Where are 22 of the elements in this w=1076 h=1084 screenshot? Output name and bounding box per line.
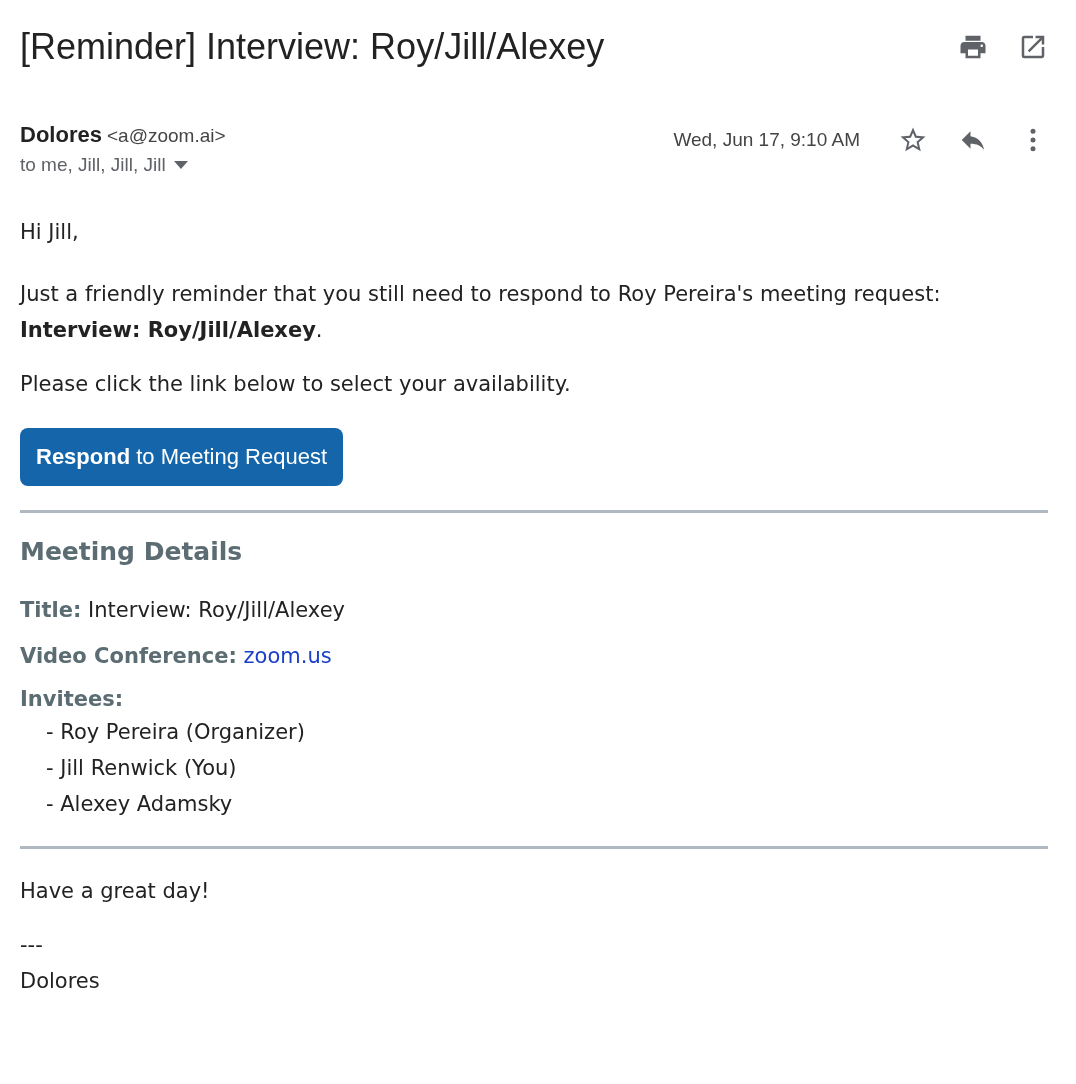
section-heading: Meeting Details xyxy=(20,537,244,566)
signature-line: Dolores xyxy=(20,968,101,995)
respond-button[interactable]: Respond to Meeting Request xyxy=(20,428,344,486)
invitee-item: - Roy Pereira (Organizer) xyxy=(46,719,306,746)
field-label: Video Conference: xyxy=(20,644,237,668)
email-date: Wed, Jun 17, 9:10 AM xyxy=(673,129,860,151)
field-label: Title: xyxy=(20,598,82,622)
closing-text: Have a great day! xyxy=(20,878,211,905)
invitee-item: - Alexey Adamsky xyxy=(46,791,234,818)
conference-link[interactable]: zoom.us xyxy=(243,644,332,668)
field-value: Interview: Roy/Jill/Alexey xyxy=(88,598,345,622)
recipients: to me, Jill, Jill, Jill xyxy=(20,154,166,176)
body-paragraph: Just a friendly reminder that you still need to respond to Roy Pereira's meeting request: Interview: Roy/Jill/Alexey. xyxy=(20,281,942,344)
signature-line: --- xyxy=(20,932,44,959)
invitee-item: - Jill Renwick (You) xyxy=(46,755,238,782)
caret-icon[interactable] xyxy=(173,161,188,169)
greeting-text: Hi Jill, xyxy=(20,219,80,246)
body-paragraph: Please click the link below to select your availability. xyxy=(20,371,572,398)
field-label: Invitees: xyxy=(20,686,125,713)
email-subject: [Reminder] Interview: Roy/Jill/Alexey xyxy=(20,26,605,68)
sender-email: <a@zoom.ai> xyxy=(107,125,226,146)
sender-name: Dolores xyxy=(20,122,102,147)
